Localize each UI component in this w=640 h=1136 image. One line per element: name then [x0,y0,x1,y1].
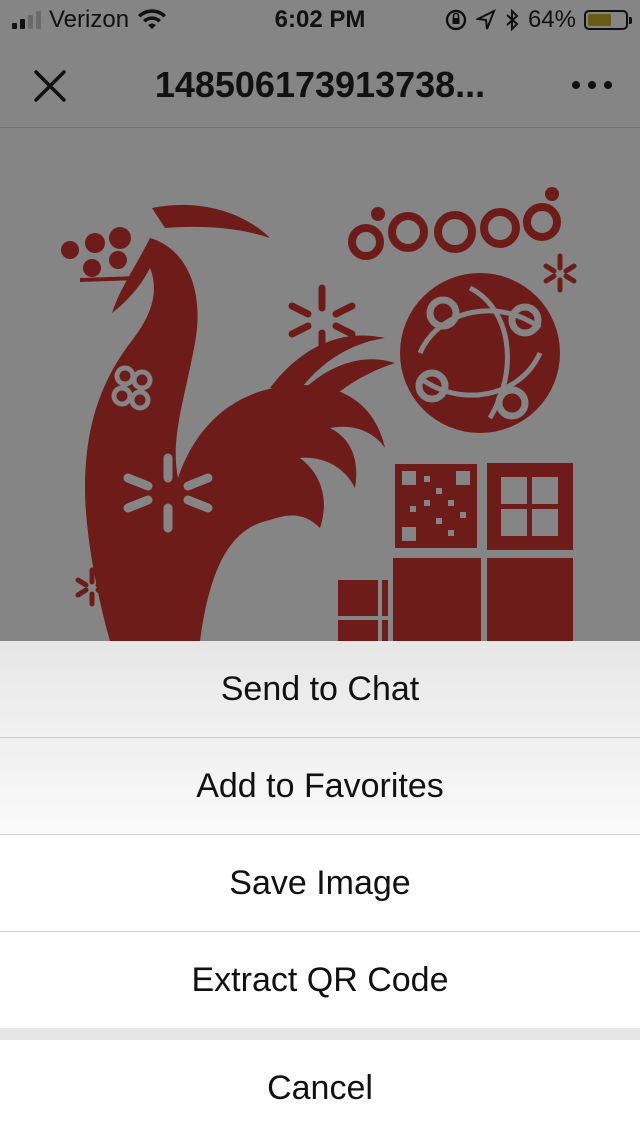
battery-fill [588,14,612,26]
comb-shape [152,204,270,238]
sheet-separator [0,1028,640,1040]
orientation-lock-icon [445,9,467,31]
rooster-artwork [61,187,577,641]
more-icon [572,81,612,89]
cancel-button[interactable]: Cancel [0,1040,640,1136]
image-preview [0,128,640,641]
more-button[interactable] [570,70,614,100]
status-bar: Verizon 6:02 PM 64% [0,0,640,40]
close-icon [34,70,66,102]
close-button[interactable] [26,62,74,110]
add-to-favorites-button[interactable]: Add to Favorites [0,738,640,835]
extract-qr-code-button[interactable]: Extract QR Code [0,932,640,1028]
location-icon [475,9,496,30]
battery-icon [584,10,632,30]
screen: Verizon 6:02 PM 64% 148506173913738... S… [0,0,640,1136]
save-image-button[interactable]: Save Image [0,835,640,932]
action-sheet: Send to Chat Add to Favorites Save Image… [0,641,640,1136]
battery-percent: 64% [527,6,576,33]
status-right: 64% [444,6,632,34]
bluetooth-icon [506,8,519,32]
nav-bar: 148506173913738... [0,40,640,128]
page-title: 148506173913738... [154,64,486,105]
send-to-chat-button[interactable]: Send to Chat [0,641,640,738]
